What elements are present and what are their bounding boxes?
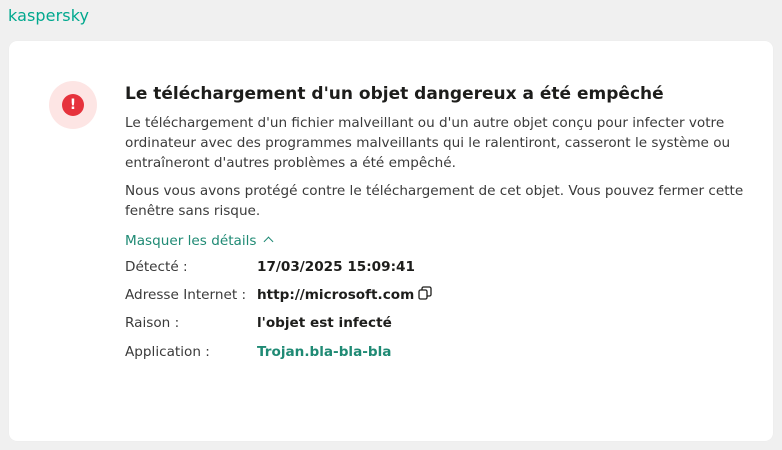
detail-value-detected: 17/03/2025 15:09:41 bbox=[257, 259, 415, 275]
hide-details-toggle[interactable]: Masquer les détails bbox=[125, 231, 273, 251]
detail-label: Raison : bbox=[125, 315, 180, 331]
notification-title: Le téléchargement d'un objet dangereux a… bbox=[125, 84, 664, 104]
web-address-text: http://microsoft.com bbox=[257, 287, 415, 303]
hide-details-label: Masquer les détails bbox=[125, 233, 257, 249]
copy-icon[interactable] bbox=[418, 286, 432, 300]
detail-value-web-address: http://microsoft.com bbox=[257, 285, 432, 305]
detail-value-reason: l'objet est infecté bbox=[257, 315, 392, 331]
application-link[interactable]: Trojan.bla-bla-bla bbox=[257, 342, 391, 362]
description-paragraph: Le téléchargement d'un fichier malveilla… bbox=[125, 115, 731, 171]
detail-label: Détecté : bbox=[125, 259, 188, 275]
alert-icon-container: ! bbox=[49, 81, 97, 129]
exclamation-alert-icon: ! bbox=[62, 94, 84, 116]
chevron-up-icon bbox=[263, 236, 273, 247]
reassurance-paragraph: Nous vous avons protégé contre le téléch… bbox=[125, 183, 744, 219]
notification-card: ! Le téléchargement d'un objet dangereux… bbox=[9, 41, 773, 441]
detail-label: Application : bbox=[125, 344, 210, 360]
detail-label: Adresse Internet : bbox=[125, 287, 247, 303]
kaspersky-logo: kaspersky bbox=[8, 6, 90, 25]
